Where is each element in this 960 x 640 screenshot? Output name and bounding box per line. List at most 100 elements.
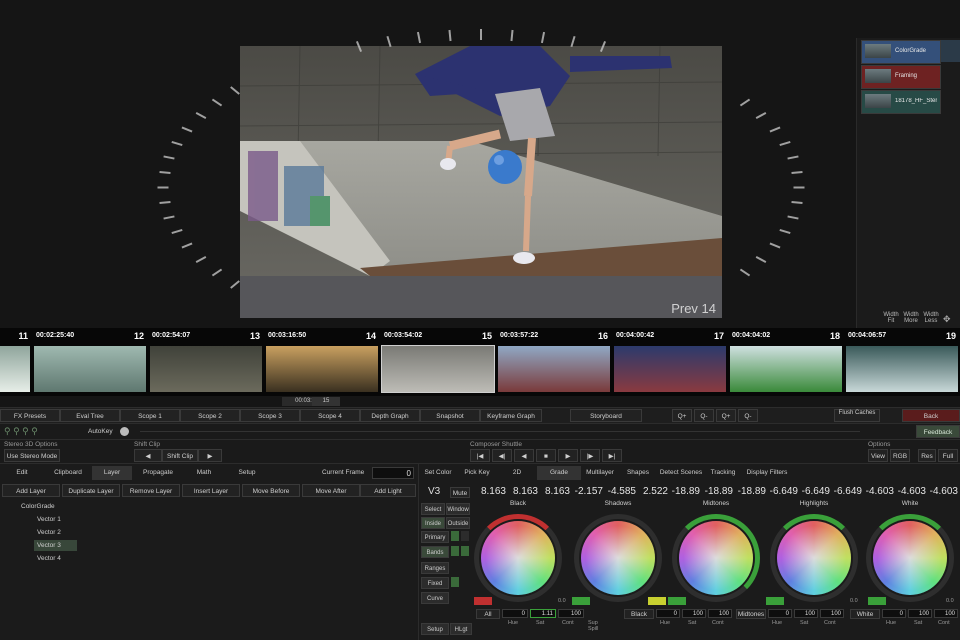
add-layer-button[interactable]: Add Layer xyxy=(2,484,60,497)
play-button[interactable]: ▶ xyxy=(558,449,578,462)
tab-setup[interactable]: Setup xyxy=(224,466,270,480)
node-framing[interactable]: Framing xyxy=(861,65,941,89)
white-b-value[interactable]: -4.603 xyxy=(926,486,958,497)
midtones-range-button[interactable]: Midtones xyxy=(736,609,766,619)
shift-left-button[interactable]: ◀ xyxy=(134,449,162,462)
storyboard-button[interactable]: Storyboard xyxy=(570,409,642,422)
zoom-out-button[interactable]: Q- xyxy=(694,409,714,422)
move-after-button[interactable]: Move After xyxy=(302,484,360,497)
midtones-hue-field[interactable]: 0 xyxy=(768,609,792,618)
midtones-r-value[interactable]: -18.89 xyxy=(668,486,700,497)
tab-multilayer[interactable]: Multilayer xyxy=(581,466,619,480)
hlgt-button[interactable]: HLgt xyxy=(450,623,472,635)
eval-tree-button[interactable]: Eval Tree xyxy=(60,409,120,422)
midtones-b-value[interactable]: -18.89 xyxy=(734,486,766,497)
filmstrip-frame[interactable]: 00:04:06:57 19 xyxy=(844,328,960,396)
white-g-value[interactable]: -4.603 xyxy=(894,486,926,497)
filmstrip-frame[interactable]: 00:04:04:02 18 xyxy=(728,328,844,396)
filmstrip-frame-selected[interactable]: 00:03:54:02 15 xyxy=(380,328,496,396)
black-sat-field[interactable]: 100 xyxy=(682,609,706,618)
full-button[interactable]: Full xyxy=(938,449,958,462)
next-key-button[interactable]: ▶| xyxy=(602,449,622,462)
rgb-button[interactable]: RGB xyxy=(890,449,910,462)
duplicate-layer-button[interactable]: Duplicate Layer xyxy=(62,484,120,497)
shift-right-button[interactable]: ▶ xyxy=(198,449,222,462)
black-g-value[interactable]: 8.163 xyxy=(506,486,538,497)
bands-toggle[interactable] xyxy=(451,546,459,556)
tab-2d[interactable]: 2D xyxy=(497,466,537,480)
use-stereo-mode-button[interactable]: Use Stereo Mode xyxy=(4,449,60,462)
filmstrip-frame[interactable]: 00:02:25:40 12 xyxy=(32,328,148,396)
fixed-button[interactable]: Fixed xyxy=(421,577,449,589)
filmstrip-frame[interactable]: 11 xyxy=(0,328,32,396)
res-button[interactable]: Res xyxy=(918,449,936,462)
remove-layer-button[interactable]: Remove Layer xyxy=(122,484,180,497)
keyframe-track[interactable] xyxy=(140,431,860,432)
tab-display-filters[interactable]: Display Filters xyxy=(741,466,793,480)
tree-item-vector-1[interactable]: Vector 1 xyxy=(34,514,77,525)
zoom-in-button-2[interactable]: Q+ xyxy=(716,409,736,422)
bands-toggle-2[interactable] xyxy=(461,546,469,556)
tab-clipboard[interactable]: Clipboard xyxy=(44,466,92,480)
add-light-button[interactable]: Add Light xyxy=(360,484,416,497)
ranges-button[interactable]: Ranges xyxy=(421,562,449,574)
tab-propagate[interactable]: Propagate xyxy=(132,466,184,480)
tab-math[interactable]: Math xyxy=(184,466,224,480)
white-cont-field[interactable]: 100 xyxy=(934,609,958,618)
flush-caches-button[interactable]: Flush Caches xyxy=(834,409,880,422)
keyframe-graph-button[interactable]: Keyframe Graph xyxy=(480,409,542,422)
move-before-button[interactable]: Move Before xyxy=(242,484,300,497)
autokey-label[interactable]: AutoKey xyxy=(88,428,113,435)
prev-key-button[interactable]: |◀ xyxy=(470,449,490,462)
black-color-wheel[interactable] xyxy=(474,514,562,602)
all-button[interactable]: All xyxy=(476,609,500,619)
bands-button[interactable]: Bands xyxy=(421,546,449,558)
scope-1-button[interactable]: Scope 1 xyxy=(120,409,180,422)
filmstrip[interactable]: 11 00:02:25:40 12 00:02:54:07 13 00:03:1… xyxy=(0,328,960,396)
shadows-b-value[interactable]: 2.522 xyxy=(636,486,668,497)
zoom-in-button[interactable]: Q+ xyxy=(672,409,692,422)
width-fit-button[interactable]: Width Fit xyxy=(881,312,901,324)
fx-presets-button[interactable]: FX Presets xyxy=(0,409,60,422)
white-color-wheel[interactable] xyxy=(866,514,954,602)
node-clip[interactable]: 18178_HF_Stereo Panels_2014_N xyxy=(861,90,941,114)
tab-detect-scenes[interactable]: Detect Scenes xyxy=(657,466,705,480)
black-hue-field[interactable]: 0 xyxy=(656,609,680,618)
inside-button[interactable]: Inside xyxy=(421,517,445,529)
filmstrip-frame[interactable]: 00:03:57:22 16 xyxy=(496,328,612,396)
primary-toggle[interactable] xyxy=(451,531,459,541)
play-back-button[interactable]: ◀ xyxy=(514,449,534,462)
back-button[interactable]: Back xyxy=(902,409,960,422)
highlights-b-value[interactable]: -6.649 xyxy=(830,486,862,497)
primary-button[interactable]: Primary xyxy=(421,531,449,543)
tab-tracking[interactable]: Tracking xyxy=(705,466,741,480)
shadows-r-value[interactable]: -2.157 xyxy=(571,486,603,497)
filmstrip-frame[interactable]: 00:04:00:42 17 xyxy=(612,328,728,396)
stop-button[interactable]: ■ xyxy=(536,449,556,462)
setup-button[interactable]: Setup xyxy=(421,623,449,635)
tree-item-vector-4[interactable]: Vector 4 xyxy=(34,553,77,564)
width-more-button[interactable]: Width More xyxy=(901,312,921,324)
curve-button[interactable]: Curve xyxy=(421,592,449,604)
black-cont-field[interactable]: 100 xyxy=(708,609,732,618)
midtones-color-wheel[interactable] xyxy=(672,514,760,602)
highlights-g-value[interactable]: -6.649 xyxy=(798,486,830,497)
tab-shapes[interactable]: Shapes xyxy=(619,466,657,480)
white-hue-field[interactable]: 0 xyxy=(882,609,906,618)
window-button[interactable]: Window xyxy=(446,503,470,515)
primary-toggle-2[interactable] xyxy=(461,531,469,541)
highlights-color-wheel[interactable] xyxy=(770,514,858,602)
scope-4-button[interactable]: Scope 4 xyxy=(300,409,360,422)
all-sat-field[interactable]: 1.11 xyxy=(530,609,556,618)
tree-item-vector-2[interactable]: Vector 2 xyxy=(34,527,77,538)
zoom-out-button-2[interactable]: Q- xyxy=(738,409,758,422)
fixed-toggle[interactable] xyxy=(451,577,459,587)
all-hue-field[interactable]: 0 xyxy=(502,609,528,618)
move-icon[interactable]: ✥ xyxy=(943,314,951,325)
feedback-button[interactable]: Feedback xyxy=(916,425,960,438)
tree-item-vector-3[interactable]: Vector 3 xyxy=(34,540,77,551)
filmstrip-frame[interactable]: 00:03:16:50 14 xyxy=(264,328,380,396)
insert-layer-button[interactable]: Insert Layer xyxy=(182,484,240,497)
scope-2-button[interactable]: Scope 2 xyxy=(180,409,240,422)
all-cont-field[interactable]: 100 xyxy=(558,609,584,618)
